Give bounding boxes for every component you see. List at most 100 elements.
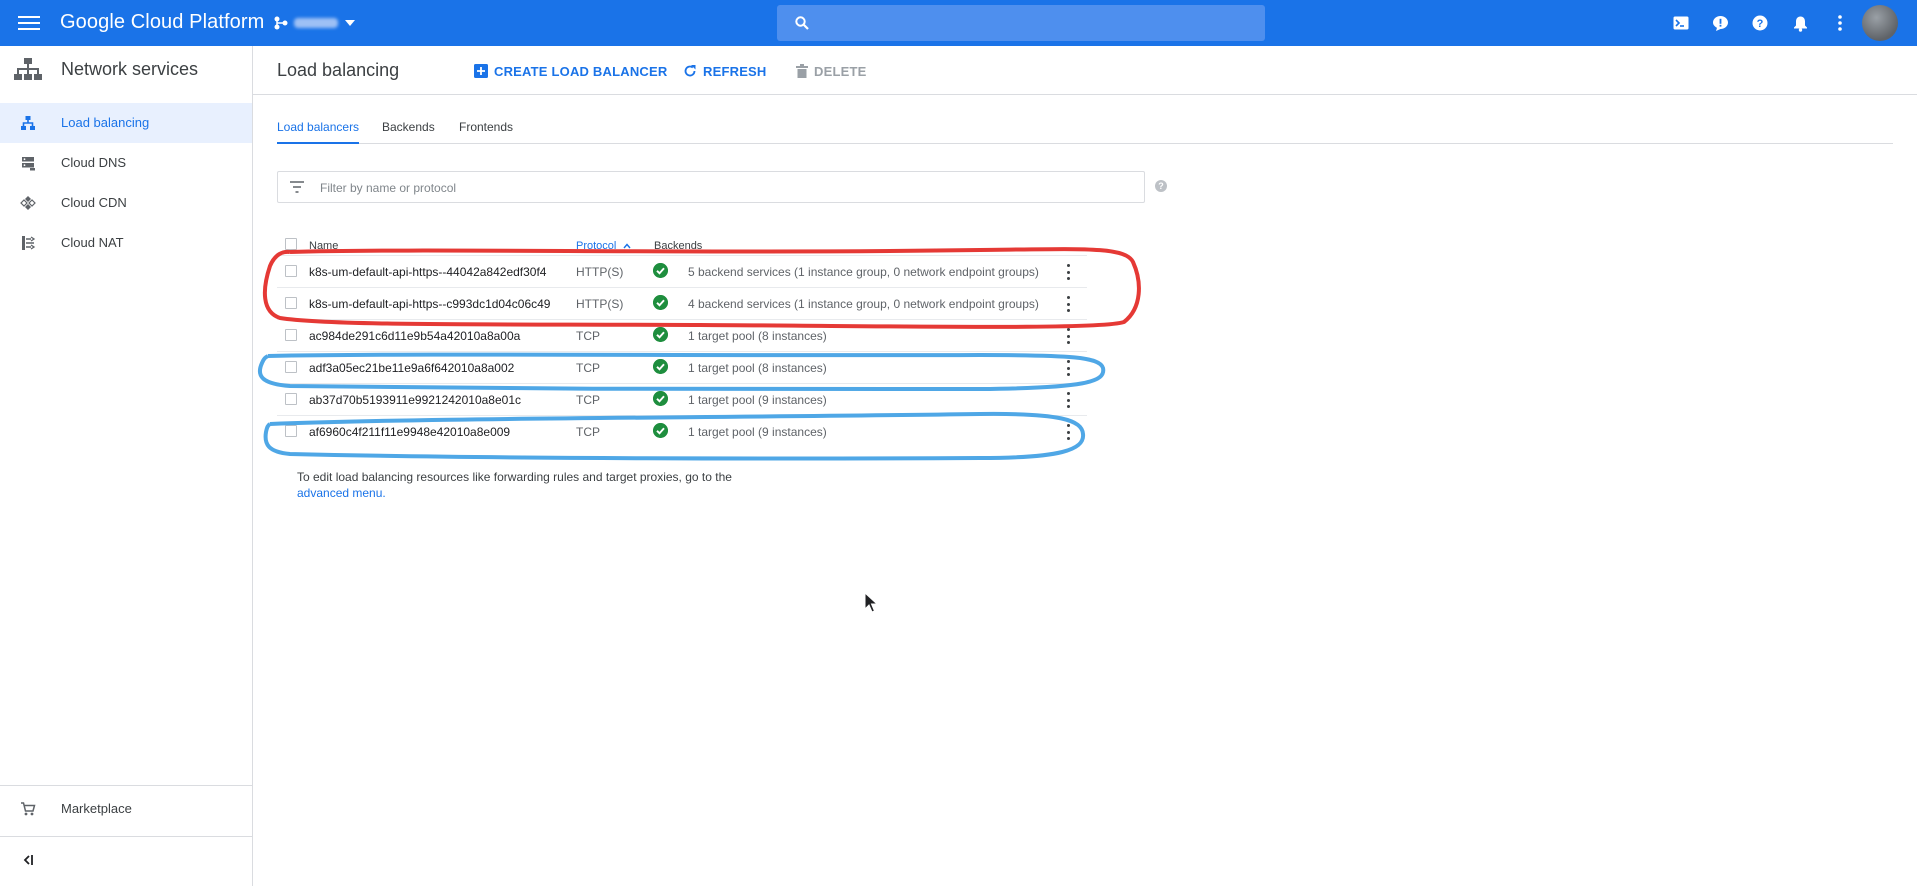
row-protocol: TCP xyxy=(576,361,600,375)
row-protocol: HTTP(S) xyxy=(576,265,624,279)
column-header-backends[interactable]: Backends xyxy=(654,240,702,252)
refresh-button[interactable]: REFRESH xyxy=(683,63,767,79)
page-title: Load balancing xyxy=(277,60,400,80)
collapse-left-icon xyxy=(23,855,33,865)
project-selector[interactable] xyxy=(274,12,356,34)
table-row[interactable]: k8s-um-default-api-https--44042a842edf30… xyxy=(277,255,1087,287)
row-checkbox[interactable] xyxy=(285,361,297,373)
sidebar-item-cloud-cdn[interactable]: Cloud CDN xyxy=(0,183,252,223)
table-row[interactable]: ab37d70b5193911e9921242010a8e01c TCP 1 tar… xyxy=(277,383,1087,415)
row-checkbox[interactable] xyxy=(285,297,297,309)
notifications-bell-icon[interactable] xyxy=(1789,12,1811,34)
delete-label: DELETE xyxy=(814,63,867,79)
sidebar-divider xyxy=(0,785,252,786)
row-backends: 1 target pool (9 instances) xyxy=(688,393,827,407)
row-name[interactable]: ab37d70b5193911e9921242010a8e01c xyxy=(309,393,521,407)
row-more-vert-icon[interactable] xyxy=(1063,424,1073,440)
row-backends: 1 target pool (9 instances) xyxy=(688,425,827,439)
status-ok-icon xyxy=(653,423,668,438)
row-checkbox[interactable] xyxy=(285,265,297,277)
table-row[interactable]: k8s-um-default-api-https--c993dc1d04c06c… xyxy=(277,287,1087,319)
sidebar-item-cloud-dns[interactable]: Cloud DNS xyxy=(0,143,252,183)
nat-gateway-icon xyxy=(22,236,36,250)
status-ok-icon xyxy=(653,391,668,406)
table-row[interactable]: ac984de291c6d11e9b54a42010a8a00a TCP 1 tar… xyxy=(277,319,1087,351)
row-name[interactable]: k8s-um-default-api-https--c993dc1d04c06c… xyxy=(309,297,550,311)
search-icon xyxy=(795,16,809,30)
advanced-menu-link[interactable]: advanced menu. xyxy=(297,486,386,500)
row-protocol: TCP xyxy=(576,329,600,343)
app-brand[interactable]: Google Cloud Platform xyxy=(60,11,264,34)
row-name[interactable]: ac984de291c6d11e9b54a42010a8a00a xyxy=(309,329,520,343)
row-more-vert-icon[interactable] xyxy=(1063,296,1073,312)
project-name-redacted xyxy=(294,18,338,28)
cloud-shell-icon[interactable] xyxy=(1670,12,1692,34)
add-box-icon xyxy=(474,64,488,78)
project-hierarchy-icon xyxy=(274,16,288,30)
tab-load-balancers[interactable]: Load balancers xyxy=(277,120,360,144)
sidebar-header: Network services xyxy=(0,46,253,92)
status-ok-icon xyxy=(653,295,668,310)
filter-help-icon[interactable]: ? xyxy=(1155,180,1167,192)
row-name[interactable]: af6960c4f211f11e9948e42010a8e009 xyxy=(309,425,510,439)
tab-frontends[interactable]: Frontends xyxy=(459,120,513,142)
row-backends: 4 backend services (1 instance group, 0 … xyxy=(688,297,1039,311)
row-protocol: TCP xyxy=(576,425,600,439)
row-protocol: TCP xyxy=(576,393,600,407)
network-services-icon xyxy=(14,58,42,80)
sidebar-title: Network services xyxy=(61,59,199,79)
sidebar-item-marketplace[interactable]: Marketplace xyxy=(0,789,252,829)
top-app-bar: Google Cloud Platform ? xyxy=(0,0,1917,46)
search-input[interactable] xyxy=(777,5,1265,41)
collapse-sidebar-button[interactable] xyxy=(0,840,252,880)
column-header-name[interactable]: Name xyxy=(309,240,338,252)
row-checkbox[interactable] xyxy=(285,329,297,341)
filter-list-icon xyxy=(290,181,304,193)
sidebar-item-label: Cloud CDN xyxy=(61,195,127,210)
tab-backends[interactable]: Backends xyxy=(382,120,435,142)
row-more-vert-icon[interactable] xyxy=(1063,328,1073,344)
row-backends: 1 target pool (8 instances) xyxy=(688,361,827,375)
column-header-protocol[interactable]: Protocol xyxy=(576,240,631,252)
hamburger-menu-icon[interactable] xyxy=(18,12,40,34)
status-ok-icon xyxy=(653,359,668,374)
row-backends: 1 target pool (8 instances) xyxy=(688,329,827,343)
row-checkbox[interactable] xyxy=(285,393,297,405)
status-ok-icon xyxy=(653,327,668,342)
row-more-vert-icon[interactable] xyxy=(1063,392,1073,408)
account-avatar[interactable] xyxy=(1862,5,1898,41)
svg-text:?: ? xyxy=(1757,18,1764,30)
cdn-icon xyxy=(20,196,36,210)
row-name[interactable]: k8s-um-default-api-https--44042a842edf30… xyxy=(309,265,546,279)
table-row[interactable]: af6960c4f211f11e9948e42010a8e009 TCP 1 tar… xyxy=(277,415,1087,447)
chevron-down-icon xyxy=(345,20,355,26)
create-label: CREATE LOAD BALANCER xyxy=(494,63,668,79)
sidebar-item-load-balancing[interactable]: Load balancing xyxy=(0,103,252,143)
table-header-row: Name Protocol Backends xyxy=(277,233,1087,255)
tab-bar: Load balancers Backends Frontends xyxy=(277,118,1893,144)
select-all-checkbox[interactable] xyxy=(285,238,297,250)
refresh-icon xyxy=(684,65,696,77)
sidebar-item-label: Marketplace xyxy=(61,801,132,816)
feedback-icon[interactable] xyxy=(1709,12,1731,34)
delete-button[interactable]: DELETE xyxy=(796,63,866,79)
page-header: Load balancing CREATE LOAD BALANCER REFR… xyxy=(253,46,1917,95)
row-more-vert-icon[interactable] xyxy=(1063,264,1073,280)
table-row[interactable]: adf3a05ec21be11e9a6f642010a8a002 TCP 1 tar… xyxy=(277,351,1087,383)
sidebar-divider xyxy=(0,836,252,837)
sort-ascending-icon xyxy=(623,243,631,249)
more-vert-icon[interactable] xyxy=(1829,12,1851,34)
note-text: To edit load balancing resources like fo… xyxy=(297,470,732,484)
sidebar-item-cloud-nat[interactable]: Cloud NAT xyxy=(0,223,252,263)
filter-input[interactable]: Filter by name or protocol xyxy=(277,171,1145,203)
load-balancing-icon xyxy=(21,116,35,130)
sidebar-item-label: Cloud DNS xyxy=(61,155,127,170)
create-load-balancer-button[interactable]: CREATE LOAD BALANCER xyxy=(474,63,667,79)
sidebar-item-label: Cloud NAT xyxy=(61,235,124,250)
row-name[interactable]: adf3a05ec21be11e9a6f642010a8a002 xyxy=(309,361,514,375)
row-more-vert-icon[interactable] xyxy=(1063,360,1073,376)
row-checkbox[interactable] xyxy=(285,425,297,437)
sidebar: Network services Load balancing Cloud DN… xyxy=(0,46,253,886)
help-icon[interactable]: ? xyxy=(1749,12,1771,34)
refresh-label: REFRESH xyxy=(703,63,767,79)
